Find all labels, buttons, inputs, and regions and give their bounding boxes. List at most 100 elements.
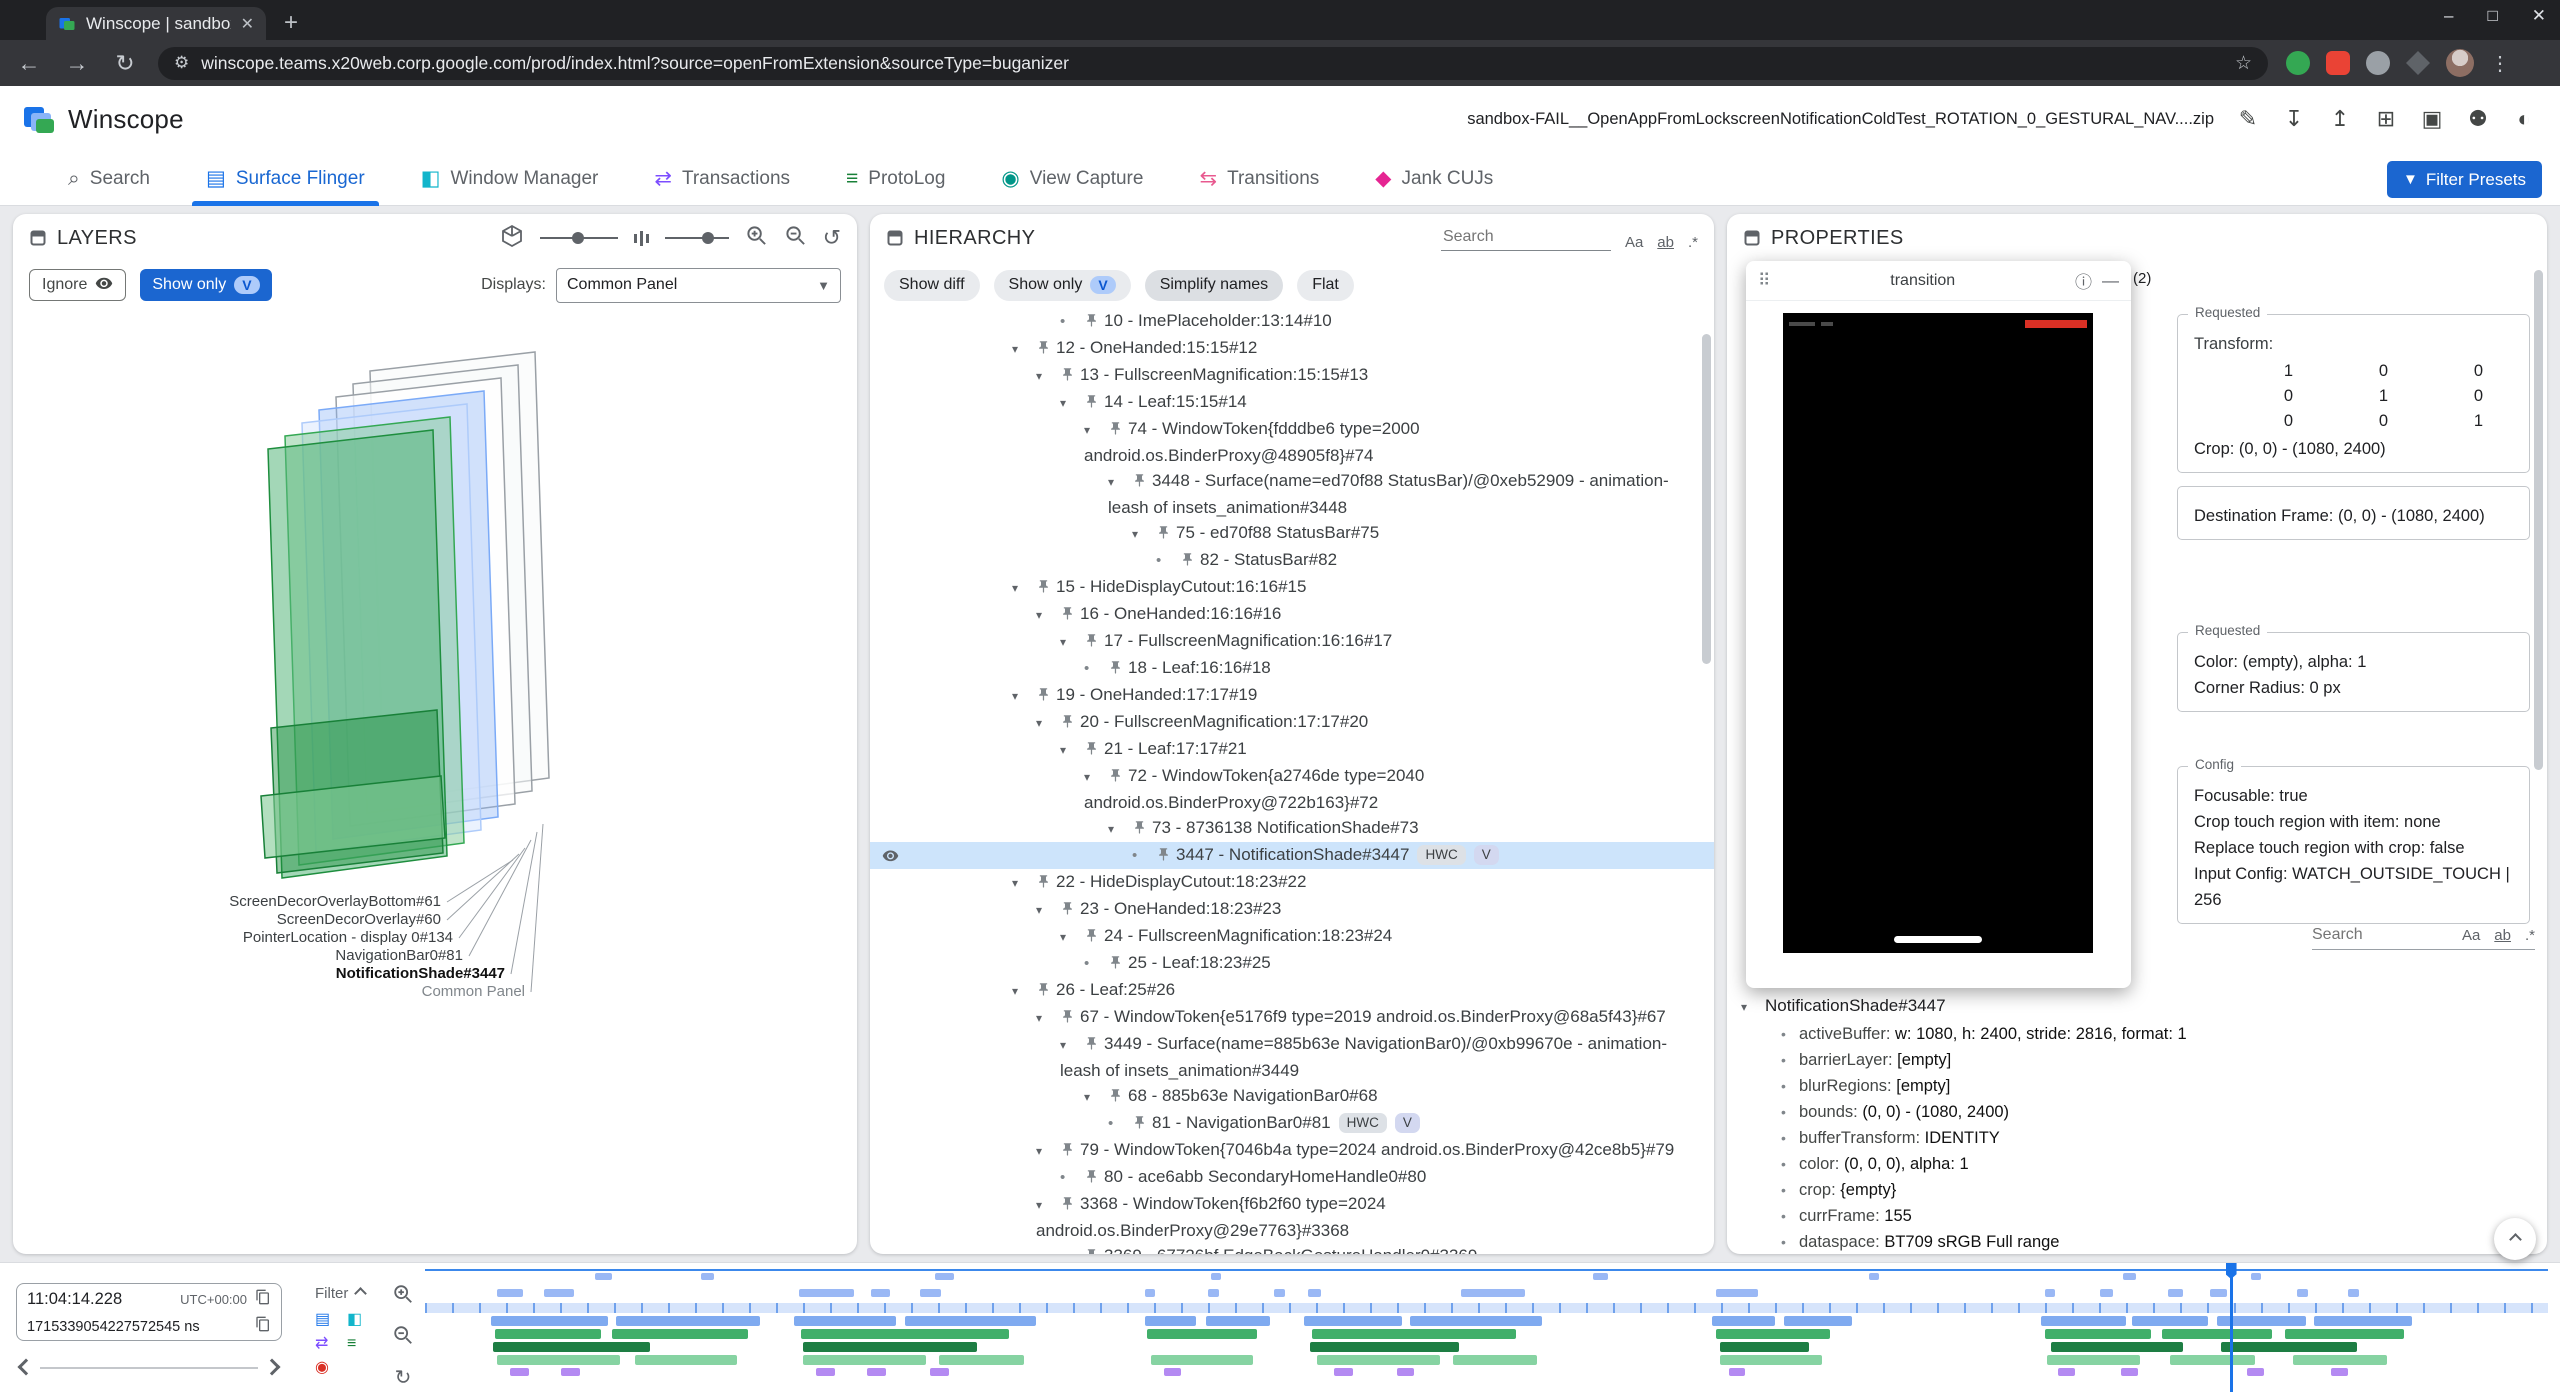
timeline-segment[interactable]: [1729, 1368, 1746, 1376]
expand-arrow-icon[interactable]: ▾: [1060, 738, 1084, 763]
timeline-segment[interactable]: [1308, 1289, 1321, 1297]
timeline-segment[interactable]: [2221, 1342, 2357, 1352]
expand-arrow-icon[interactable]: ▾: [1036, 603, 1060, 628]
timeline-segment[interactable]: [1312, 1329, 1516, 1339]
match-case-toggle[interactable]: Aa: [1625, 234, 1643, 251]
tree-node[interactable]: ▾20 - FullscreenMagnification:17:17#20: [870, 709, 1714, 736]
timeline-segment[interactable]: [497, 1355, 620, 1365]
timeline-segment[interactable]: [1453, 1355, 1538, 1365]
apps-icon[interactable]: ⊞: [2372, 106, 2400, 132]
tree-node[interactable]: ▾22 - HideDisplayCutout:18:23#22: [870, 869, 1714, 896]
edit-icon[interactable]: ✎: [2234, 106, 2262, 132]
displays-select[interactable]: Common Panel ▼: [556, 268, 841, 303]
extension-icon-red[interactable]: [2326, 51, 2350, 75]
address-bar[interactable]: ⚙ winscope.teams.x20web.corp.google.com/…: [158, 47, 2268, 80]
tree-node[interactable]: •18 - Leaf:16:16#18: [870, 655, 1714, 682]
pin-icon[interactable]: [1060, 1006, 1080, 1031]
match-word-toggle[interactable]: ab: [2494, 927, 2511, 944]
tab-protolog[interactable]: ≡ProtoLog: [818, 152, 973, 206]
property-row[interactable]: •color: (0, 0, 0), alpha: 1: [1741, 1151, 2539, 1177]
timeline-segment[interactable]: [2285, 1329, 2404, 1339]
pin-icon[interactable]: [1036, 871, 1056, 896]
3d-view-icon[interactable]: [500, 224, 524, 253]
info-icon[interactable]: ⓘ: [2075, 268, 2092, 293]
show-only-visible-button[interactable]: Show only V: [140, 269, 271, 301]
hierarchy-search-input[interactable]: Search: [1441, 226, 1611, 251]
expand-arrow-icon[interactable]: ▾: [1060, 391, 1084, 416]
expand-arrow-icon[interactable]: ▾: [1108, 470, 1132, 495]
timeline-segment[interactable]: [867, 1368, 886, 1376]
timeline-segment[interactable]: [493, 1342, 650, 1352]
tree-node[interactable]: ▾21 - Leaf:17:17#21: [870, 736, 1714, 763]
timeline-segment[interactable]: [1164, 1368, 1181, 1376]
timeline-segment[interactable]: [544, 1289, 574, 1297]
spacing-slider[interactable]: [665, 228, 729, 248]
timeline-segment[interactable]: [2348, 1289, 2359, 1297]
timeline-segment[interactable]: [801, 1329, 1009, 1339]
layers-3d-canvas[interactable]: ScreenDecorOverlayBottom#61 ScreenDecorO…: [13, 308, 857, 1254]
bug-report-icon[interactable]: ⚉: [2464, 106, 2492, 132]
view-capture-filter-icon[interactable]: ◉: [315, 1360, 337, 1376]
collapse-filter-icon[interactable]: [354, 1287, 367, 1300]
tree-node[interactable]: ▾17 - FullscreenMagnification:16:16#17: [870, 628, 1714, 655]
expand-arrow-icon[interactable]: ▾: [1036, 1193, 1060, 1218]
timeline-segment[interactable]: [905, 1316, 1037, 1326]
timeline-segment[interactable]: [2132, 1316, 2208, 1326]
timeline-segment[interactable]: [2247, 1368, 2264, 1376]
expand-arrow-icon[interactable]: ▾: [1036, 1139, 1060, 1164]
property-root-node[interactable]: ▾NotificationShade#3447: [1741, 992, 2539, 1021]
timeline-segment[interactable]: [2100, 1289, 2113, 1297]
timeline-segment[interactable]: [816, 1368, 835, 1376]
pin-icon[interactable]: [1060, 711, 1080, 736]
tree-node[interactable]: •80 - ace6abb SecondaryHomeHandle0#80: [870, 1164, 1714, 1191]
pin-icon[interactable]: [1084, 738, 1104, 763]
filter-chip-show-diff[interactable]: Show diff: [884, 270, 980, 301]
tree-node[interactable]: ▾3368 - WindowToken{f6b2f60 type=2024 an…: [870, 1191, 1714, 1243]
timeline-zoom-out-icon[interactable]: [392, 1324, 414, 1351]
pin-icon[interactable]: [1060, 603, 1080, 628]
regex-toggle[interactable]: .*: [2525, 927, 2535, 944]
timeline-segment[interactable]: [1784, 1316, 1852, 1326]
timeline-segment[interactable]: [1147, 1329, 1257, 1339]
next-entry-button[interactable]: [264, 1359, 281, 1376]
drag-handle-icon[interactable]: ⠿: [1758, 271, 1770, 291]
timeline-segment[interactable]: [794, 1316, 896, 1326]
pin-icon[interactable]: [1084, 391, 1104, 416]
zoom-in-icon[interactable]: [745, 224, 768, 252]
pin-icon[interactable]: [1084, 310, 1104, 335]
tree-node[interactable]: ▾3448 - Surface(name=ed70f88 StatusBar)/…: [870, 468, 1714, 520]
pin-icon[interactable]: [1156, 844, 1176, 869]
expand-arrow-icon[interactable]: ▾: [1036, 898, 1060, 923]
properties-search-input[interactable]: Search Aa ab .*: [2312, 926, 2535, 950]
zoom-out-icon[interactable]: [784, 224, 807, 252]
timeline-segment[interactable]: [1720, 1342, 1809, 1352]
expand-arrow-icon[interactable]: ▾: [1036, 1006, 1060, 1031]
tree-node[interactable]: ▾15 - HideDisplayCutout:16:16#15: [870, 574, 1714, 601]
timeline-segment[interactable]: [616, 1316, 760, 1326]
tab-view-capture[interactable]: ◉View Capture: [973, 152, 1171, 206]
timeline-segment[interactable]: [2251, 1273, 2262, 1280]
tree-node[interactable]: •3369 - 67726bf EdgeBackGestureHandler0#…: [870, 1243, 1714, 1254]
expand-arrow-icon[interactable]: ▾: [1036, 364, 1060, 389]
expand-arrow-icon[interactable]: ▾: [1060, 630, 1084, 655]
window-manager-filter-icon[interactable]: ◧: [347, 1312, 369, 1328]
surface-flinger-filter-icon[interactable]: ▤: [315, 1312, 337, 1328]
timeline-segment[interactable]: [1712, 1316, 1776, 1326]
expand-arrow-icon[interactable]: ▾: [1012, 871, 1036, 896]
property-row[interactable]: •blurRegions: [empty]: [1741, 1073, 2539, 1099]
tree-node[interactable]: ▾68 - 885b63e NavigationBar0#68: [870, 1083, 1714, 1110]
properties-scrollbar[interactable]: [2534, 270, 2543, 770]
filter-chip-simplify-names[interactable]: Simplify names: [1145, 270, 1283, 301]
expand-arrow-icon[interactable]: ▾: [1084, 765, 1108, 790]
collapse-panel-icon[interactable]: [29, 229, 47, 247]
property-row[interactable]: •bufferTransform: IDENTITY: [1741, 1125, 2539, 1151]
timeline-segment[interactable]: [1334, 1368, 1353, 1376]
transition-overlay-window[interactable]: ⠿ transition ⓘ —: [1746, 261, 2131, 988]
timeline-segment[interactable]: [595, 1273, 612, 1280]
timeline-segment[interactable]: [2297, 1289, 2308, 1297]
browser-menu-icon[interactable]: ⋮: [2490, 51, 2510, 76]
timeline-segment[interactable]: [701, 1273, 714, 1280]
tab-search[interactable]: ⌕Search: [40, 152, 178, 206]
tree-node[interactable]: ▾74 - WindowToken{fdddbe6 type=2000 andr…: [870, 416, 1714, 468]
pin-icon[interactable]: [1084, 1245, 1104, 1254]
